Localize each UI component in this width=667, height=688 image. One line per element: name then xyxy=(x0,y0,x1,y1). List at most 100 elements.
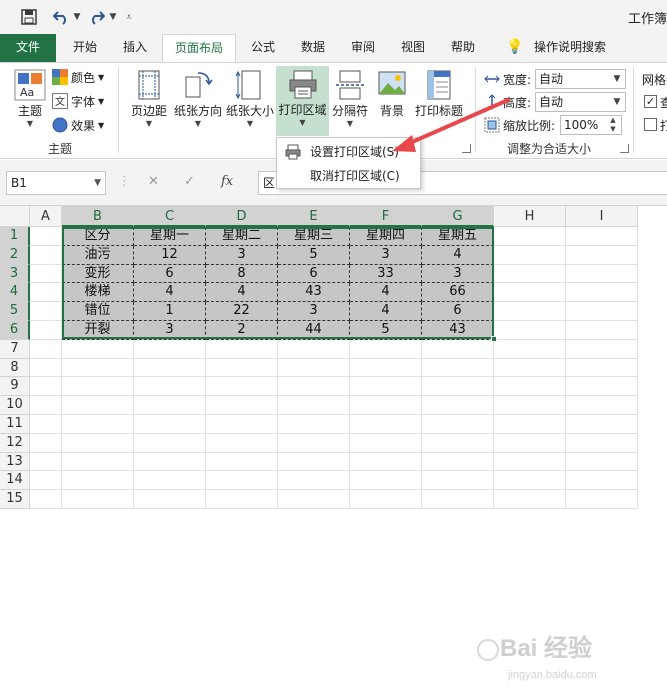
cell-i7[interactable] xyxy=(566,339,638,359)
cell-c8[interactable] xyxy=(134,358,206,378)
column-header-b[interactable]: B xyxy=(62,206,134,227)
cell-e8[interactable] xyxy=(278,358,350,378)
tab-insert[interactable]: 插入 xyxy=(112,34,158,62)
cell-f15[interactable] xyxy=(350,490,422,509)
cell-h3[interactable] xyxy=(494,264,566,284)
cell-d1[interactable]: 星期二 xyxy=(206,227,278,246)
redo-dropdown-icon[interactable]: ▼ xyxy=(108,7,118,27)
cell-b15[interactable] xyxy=(62,490,134,509)
column-header-h[interactable]: H xyxy=(494,206,566,227)
cell-f3[interactable]: 33 xyxy=(350,264,422,284)
cell-g1[interactable]: 星期五 xyxy=(422,227,494,246)
cell-b4[interactable]: 楼梯 xyxy=(62,283,134,303)
cell-h4[interactable] xyxy=(494,283,566,303)
cell-d8[interactable] xyxy=(206,358,278,378)
scale-launcher-icon[interactable] xyxy=(620,144,629,153)
cell-g5[interactable]: 6 xyxy=(422,302,494,321)
cell-e5[interactable]: 3 xyxy=(278,302,350,321)
cell-h5[interactable] xyxy=(494,302,566,321)
cell-c4[interactable]: 4 xyxy=(134,283,206,303)
column-header-d[interactable]: D xyxy=(206,206,278,227)
row-header-12[interactable]: 12 xyxy=(0,433,30,453)
cell-d4[interactable]: 4 xyxy=(206,283,278,303)
cell-h6[interactable] xyxy=(494,321,566,340)
undo-dropdown-icon[interactable]: ▼ xyxy=(72,7,82,27)
cell-c6[interactable]: 3 xyxy=(134,321,206,340)
cell-h12[interactable] xyxy=(494,433,566,453)
effects-button[interactable]: 效果 ▼ xyxy=(52,115,104,135)
tab-page-layout[interactable]: 页面布局 xyxy=(162,34,236,62)
row-header-14[interactable]: 14 xyxy=(0,471,30,491)
enter-icon[interactable]: ✓ xyxy=(184,174,195,189)
cell-f10[interactable] xyxy=(350,396,422,415)
cell-h8[interactable] xyxy=(494,358,566,378)
set-print-area-menu-item[interactable]: 设置打印区域(S) xyxy=(277,140,420,164)
insert-function-icon[interactable]: fx xyxy=(221,174,233,189)
colors-button[interactable]: 颜色 ▼ xyxy=(52,67,104,87)
cell-a3[interactable] xyxy=(30,264,62,284)
cell-g9[interactable] xyxy=(422,377,494,397)
cell-g11[interactable] xyxy=(422,415,494,434)
cell-c3[interactable]: 6 xyxy=(134,264,206,284)
cell-f4[interactable]: 4 xyxy=(350,283,422,303)
row-header-5[interactable]: 5 xyxy=(0,302,30,321)
themes-button[interactable]: Aa 主题 ▼ xyxy=(8,67,52,129)
orientation-button[interactable]: 纸张方向 ▼ xyxy=(172,67,224,129)
gridlines-view-checkbox[interactable]: ✓ xyxy=(644,95,657,108)
cell-e6[interactable]: 44 xyxy=(278,321,350,340)
cell-e3[interactable]: 6 xyxy=(278,264,350,284)
cell-c14[interactable] xyxy=(134,471,206,491)
cell-f8[interactable] xyxy=(350,358,422,378)
cell-i6[interactable] xyxy=(566,321,638,340)
cell-h7[interactable] xyxy=(494,339,566,359)
cell-c2[interactable]: 12 xyxy=(134,245,206,265)
cell-f12[interactable] xyxy=(350,433,422,453)
page-setup-launcher-icon[interactable] xyxy=(462,144,471,153)
cell-g2[interactable]: 4 xyxy=(422,245,494,265)
cell-b10[interactable] xyxy=(62,396,134,415)
cell-a7[interactable] xyxy=(30,339,62,359)
cell-a4[interactable] xyxy=(30,283,62,303)
tab-formulas[interactable]: 公式 xyxy=(240,34,286,62)
column-header-e[interactable]: E xyxy=(278,206,350,227)
row-header-3[interactable]: 3 xyxy=(0,264,30,284)
cell-f1[interactable]: 星期四 xyxy=(350,227,422,246)
cell-e10[interactable] xyxy=(278,396,350,415)
cell-a13[interactable] xyxy=(30,452,62,472)
cell-i15[interactable] xyxy=(566,490,638,509)
cell-b12[interactable] xyxy=(62,433,134,453)
cell-a8[interactable] xyxy=(30,358,62,378)
cell-g8[interactable] xyxy=(422,358,494,378)
cell-h1[interactable] xyxy=(494,227,566,246)
height-select[interactable]: 自动 ▼ xyxy=(535,92,626,112)
cell-d10[interactable] xyxy=(206,396,278,415)
cell-e11[interactable] xyxy=(278,415,350,434)
cell-f13[interactable] xyxy=(350,452,422,472)
cell-a14[interactable] xyxy=(30,471,62,491)
select-all-corner[interactable] xyxy=(0,206,30,227)
cell-d7[interactable] xyxy=(206,339,278,359)
print-titles-button[interactable]: 打印标题 xyxy=(413,67,465,119)
cell-e2[interactable]: 5 xyxy=(278,245,350,265)
cell-i8[interactable] xyxy=(566,358,638,378)
cell-c5[interactable]: 1 xyxy=(134,302,206,321)
cell-a6[interactable] xyxy=(30,321,62,340)
cell-c13[interactable] xyxy=(134,452,206,472)
cell-a2[interactable] xyxy=(30,245,62,265)
cell-b7[interactable] xyxy=(62,339,134,359)
cell-g12[interactable] xyxy=(422,433,494,453)
cell-i10[interactable] xyxy=(566,396,638,415)
tell-me-search[interactable]: 操作说明搜索 xyxy=(528,34,612,62)
cell-i12[interactable] xyxy=(566,433,638,453)
background-button[interactable]: 背景 xyxy=(371,67,413,119)
cell-e9[interactable] xyxy=(278,377,350,397)
cell-b9[interactable] xyxy=(62,377,134,397)
cell-a12[interactable] xyxy=(30,433,62,453)
cell-e13[interactable] xyxy=(278,452,350,472)
cell-i14[interactable] xyxy=(566,471,638,491)
tab-home[interactable]: 开始 xyxy=(62,34,108,62)
cell-g13[interactable] xyxy=(422,452,494,472)
cell-e15[interactable] xyxy=(278,490,350,509)
redo-icon[interactable] xyxy=(86,7,108,27)
column-header-a[interactable]: A xyxy=(30,206,62,227)
